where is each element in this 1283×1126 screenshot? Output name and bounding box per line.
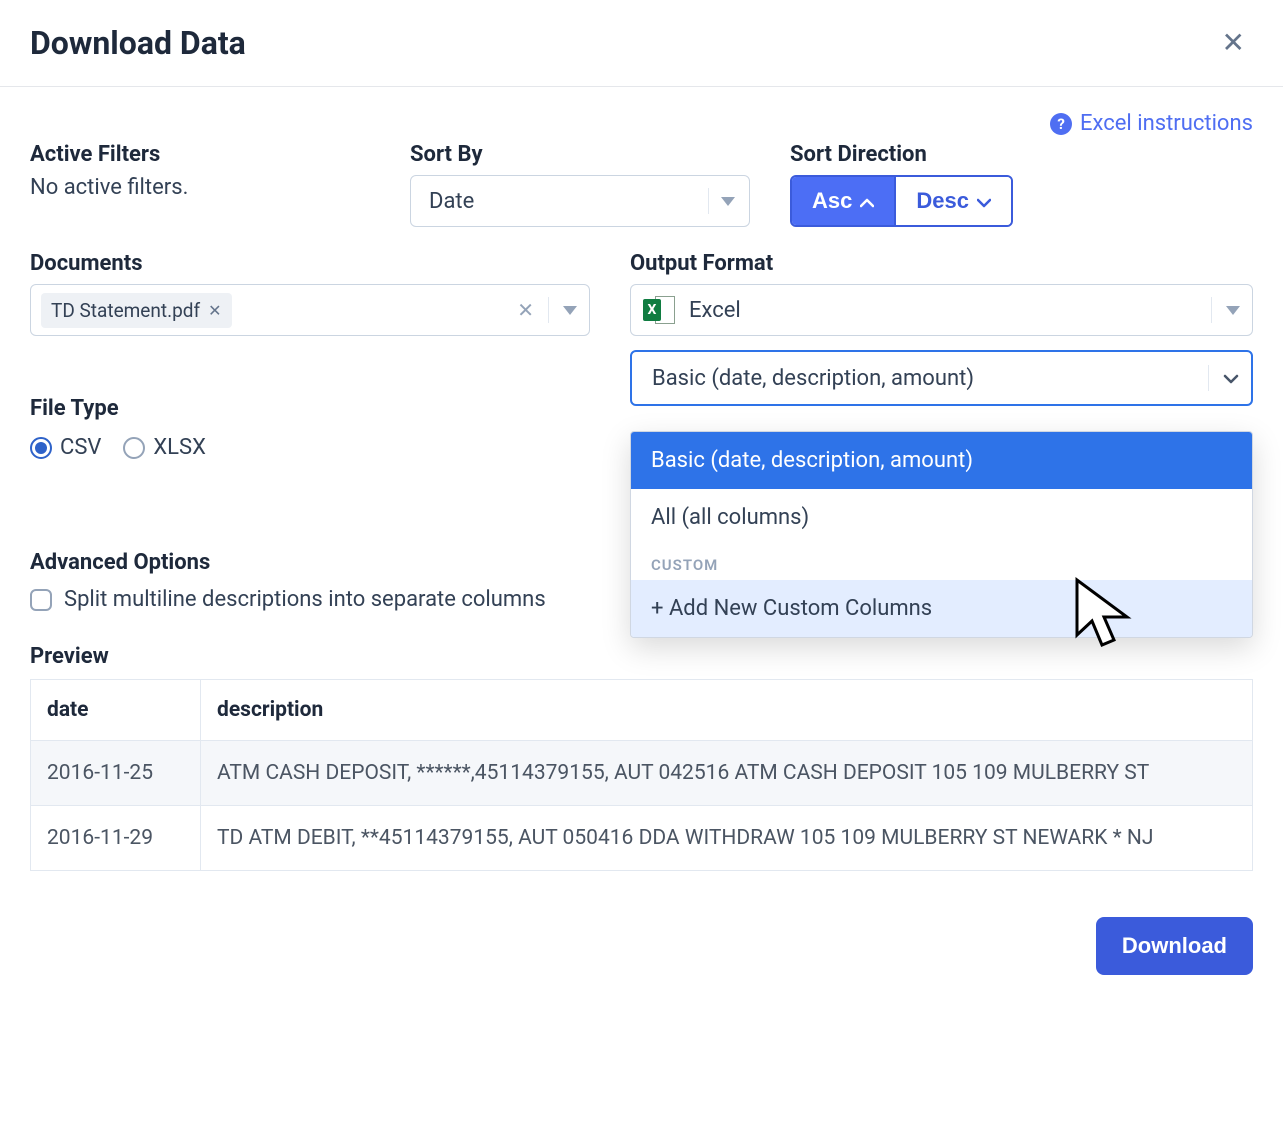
file-type-label: File Type	[30, 396, 590, 421]
help-icon: ?	[1050, 113, 1072, 135]
table-row: 2016-11-29 TD ATM DEBIT, **45114379155, …	[31, 806, 1253, 871]
sort-by-value: Date	[429, 189, 474, 214]
no-active-filters-text: No active filters.	[30, 175, 370, 200]
columns-option-add-custom[interactable]: + Add New Custom Columns	[631, 580, 1252, 637]
download-button[interactable]: Download	[1096, 917, 1253, 975]
sort-desc-label: Desc	[916, 188, 969, 214]
chevron-down-icon	[721, 197, 735, 206]
chevron-down-icon	[563, 306, 577, 315]
document-tag-label: TD Statement.pdf	[51, 299, 200, 322]
documents-label: Documents	[30, 251, 590, 276]
columns-group-custom-label: CUSTOM	[631, 546, 1252, 580]
chevron-down-icon	[977, 188, 991, 214]
chevron-down-icon	[1226, 306, 1240, 315]
output-format-label: Output Format	[630, 251, 1253, 276]
split-descriptions-label: Split multiline descriptions into separa…	[64, 587, 546, 612]
cell-description: ATM CASH DEPOSIT, ******,45114379155, AU…	[201, 741, 1253, 806]
help-link-label: Excel instructions	[1080, 111, 1253, 136]
separator	[708, 188, 709, 214]
columns-option-basic[interactable]: Basic (date, description, amount)	[631, 432, 1252, 489]
separator	[548, 297, 549, 323]
close-button[interactable]: ✕	[1214, 25, 1253, 61]
preview-label: Preview	[30, 644, 1253, 669]
excel-instructions-link[interactable]: ? Excel instructions	[1050, 111, 1253, 136]
clear-all-icon[interactable]: ✕	[517, 298, 534, 322]
separator	[1208, 365, 1209, 391]
cell-date: 2016-11-29	[31, 806, 201, 871]
active-filters-label: Active Filters	[30, 142, 370, 167]
cell-description: TD ATM DEBIT, **45114379155, AUT 050416 …	[201, 806, 1253, 871]
columns-dropdown: Basic (date, description, amount) All (a…	[630, 431, 1253, 638]
output-format-value: Excel	[689, 298, 741, 323]
documents-select[interactable]: TD Statement.pdf ✕ ✕	[30, 284, 590, 336]
file-type-csv-radio[interactable]: CSV	[30, 435, 101, 460]
preview-table: date description 2016-11-25 ATM CASH DEP…	[30, 679, 1253, 871]
radio-checked-icon	[30, 437, 52, 459]
chevron-up-icon	[860, 188, 874, 214]
separator	[1211, 297, 1212, 323]
remove-tag-icon[interactable]: ✕	[208, 301, 221, 320]
cell-date: 2016-11-25	[31, 741, 201, 806]
sort-asc-label: Asc	[812, 188, 852, 214]
columns-select[interactable]: Basic (date, description, amount)	[630, 350, 1253, 406]
excel-icon: X	[643, 296, 675, 324]
table-row: 2016-11-25 ATM CASH DEPOSIT, ******,4511…	[31, 741, 1253, 806]
preview-header-date: date	[31, 680, 201, 741]
split-descriptions-checkbox[interactable]	[30, 589, 52, 611]
sort-by-select[interactable]: Date	[410, 175, 750, 227]
document-tag[interactable]: TD Statement.pdf ✕	[41, 293, 232, 328]
columns-select-value: Basic (date, description, amount)	[652, 366, 974, 391]
sort-by-label: Sort By	[410, 142, 750, 167]
sort-direction-toggle: Asc Desc	[790, 175, 1013, 227]
chevron-down-icon	[1223, 366, 1239, 391]
sort-desc-button[interactable]: Desc	[894, 177, 1011, 225]
columns-option-all[interactable]: All (all columns)	[631, 489, 1252, 546]
sort-direction-label: Sort Direction	[790, 142, 1013, 167]
output-format-select[interactable]: X Excel	[630, 284, 1253, 336]
file-type-xlsx-label: XLSX	[153, 435, 206, 460]
radio-unchecked-icon	[123, 437, 145, 459]
file-type-csv-label: CSV	[60, 435, 101, 460]
sort-asc-button[interactable]: Asc	[792, 177, 894, 225]
close-icon: ✕	[1222, 27, 1245, 58]
modal-title: Download Data	[30, 24, 246, 62]
advanced-options-label: Advanced Options	[30, 550, 590, 575]
preview-header-description: description	[201, 680, 1253, 741]
file-type-xlsx-radio[interactable]: XLSX	[123, 435, 206, 460]
